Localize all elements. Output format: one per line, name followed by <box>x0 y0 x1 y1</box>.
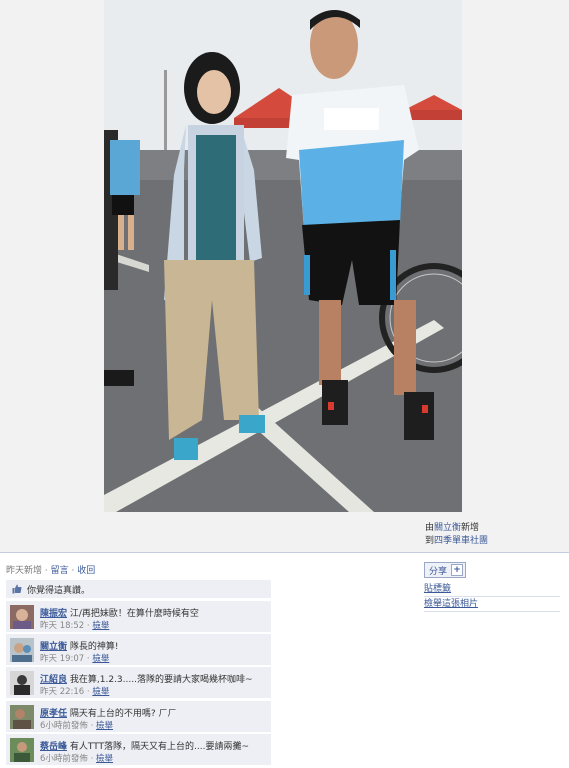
comment-body: 原孝任 隔天有上台的不用嗎? ㄏㄏ <box>40 706 177 719</box>
thumbs-up-icon <box>12 584 22 594</box>
comment-link[interactable]: 留言 <box>51 566 69 576</box>
unlike-link[interactable]: 收回 <box>77 566 95 576</box>
photo-credit: 由關立衡新增 到四季單車社團 <box>425 522 565 548</box>
comment-item: 陳振宏 江/再把妹歐！在算什麼時候有空 昨天 18:52 · 檢舉 <box>6 601 271 632</box>
comment-time: 6小時前發佈 <box>40 754 88 764</box>
comment-meta: 昨天 18:52 · 檢舉 <box>40 621 110 631</box>
photo[interactable] <box>104 0 462 512</box>
comment-author-link[interactable]: 陳振宏 <box>40 609 67 619</box>
share-button[interactable]: 分享 + <box>424 562 467 578</box>
comment-author-link[interactable]: 江紹良 <box>40 675 67 685</box>
credit-to-prefix: 到 <box>425 536 435 546</box>
comment-report-link[interactable]: 檢舉 <box>96 754 113 764</box>
comment-body: 陳振宏 江/再把妹歐！在算什麼時候有空 <box>40 606 199 619</box>
comment-body: 蔡岳峰 有人TTT落隊，隔天又有上台的....要請兩攤~ <box>40 739 249 752</box>
photo-stage: 由關立衡新增 到四季單車社團 <box>0 0 569 553</box>
comment-text: 我在算,1.2.3.....落隊的要請大家喝幾杯咖啡~ <box>67 675 253 685</box>
like-summary-text: 你覺得這真讚。 <box>27 585 91 596</box>
comment-item: 江紹良 我在算,1.2.3.....落隊的要請大家喝幾杯咖啡~ 昨天 22:16… <box>6 667 271 698</box>
comment-body: 關立衡 隊長的神算! <box>40 639 119 652</box>
credit-line-album: 到四季單車社團 <box>425 535 565 548</box>
comment-time: 昨天 22:16 <box>40 687 85 697</box>
credit-prefix: 由 <box>425 523 435 533</box>
meta-separator: · <box>68 566 78 576</box>
comment-text: 有人TTT落隊，隔天又有上台的....要請兩攤~ <box>67 742 250 752</box>
comment-report-link[interactable]: 檢舉 <box>96 721 113 731</box>
like-summary: 你覺得這真讚。 <box>6 580 271 598</box>
post-time: 昨天新增 <box>6 566 43 576</box>
comment-author-link[interactable]: 原孝任 <box>40 709 67 719</box>
avatar[interactable] <box>10 705 34 729</box>
comment-item: 原孝任 隔天有上台的不用嗎? ㄏㄏ 6小時前發佈 · 檢舉 <box>6 701 271 732</box>
comment-author-link[interactable]: 關立衡 <box>40 642 67 652</box>
comment-meta: 6小時前發佈 · 檢舉 <box>40 721 114 731</box>
share-label: 分享 <box>429 566 448 577</box>
comment-text: 隊長的神算! <box>67 642 119 652</box>
plus-icon: + <box>451 564 464 576</box>
comment-time: 昨天 18:52 <box>40 621 85 631</box>
comment-text: 隔天有上台的不用嗎? ㄏㄏ <box>67 709 177 719</box>
comment-report-link[interactable]: 檢舉 <box>92 621 109 631</box>
comment-report-link[interactable]: 檢舉 <box>92 654 109 664</box>
credit-album-link[interactable]: 四季單車社團 <box>434 536 488 546</box>
comment-body: 江紹良 我在算,1.2.3.....落隊的要請大家喝幾杯咖啡~ <box>40 672 252 685</box>
comment-report-link[interactable]: 檢舉 <box>92 687 109 697</box>
avatar[interactable] <box>10 638 34 662</box>
avatar[interactable] <box>10 738 34 762</box>
comment-text: 江/再把妹歐！在算什麼時候有空 <box>67 609 199 619</box>
credit-added: 新增 <box>461 523 480 533</box>
comment-meta: 昨天 22:16 · 檢舉 <box>40 687 110 697</box>
comment-item: 關立衡 隊長的神算! 昨天 19:07 · 檢舉 <box>6 634 271 665</box>
report-photo-link[interactable]: 檢舉這張相片 <box>424 598 560 612</box>
avatar[interactable] <box>10 605 34 629</box>
credit-line-author: 由關立衡新增 <box>425 522 565 535</box>
post-meta: 昨天新增 · 留言 · 收回 <box>6 563 95 576</box>
comment-item: 蔡岳峰 有人TTT落隊，隔天又有上台的....要請兩攤~ 6小時前發佈 · 檢舉 <box>6 734 271 765</box>
credit-author-link[interactable]: 關立衡 <box>434 523 461 533</box>
comment-meta: 昨天 19:07 · 檢舉 <box>40 654 110 664</box>
meta-separator: · <box>42 566 51 576</box>
avatar[interactable] <box>10 671 34 695</box>
tag-photo-link[interactable]: 貼標籤 <box>424 583 560 597</box>
photo-image <box>104 0 462 512</box>
comment-time: 昨天 19:07 <box>40 654 85 664</box>
comment-time: 6小時前發佈 <box>40 721 88 731</box>
comment-meta: 6小時前發佈 · 檢舉 <box>40 754 114 764</box>
comment-author-link[interactable]: 蔡岳峰 <box>40 742 67 752</box>
